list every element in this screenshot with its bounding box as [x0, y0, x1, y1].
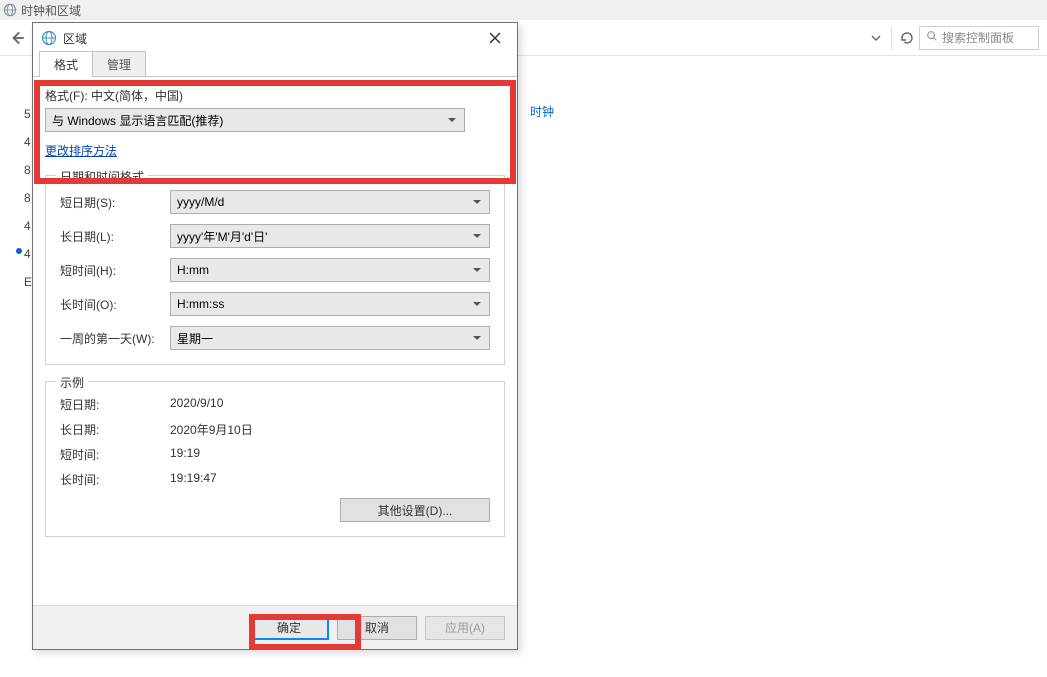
ex-long-date-value: 2020年9月10日 [170, 421, 253, 438]
format-select-value: 与 Windows 显示语言匹配(推荐) [52, 112, 223, 129]
background-link[interactable]: 时钟 [530, 103, 554, 120]
close-button[interactable] [475, 25, 515, 51]
ok-button[interactable]: 确定 [249, 616, 329, 640]
short-date-select[interactable]: yyyy/M/d [170, 190, 490, 214]
dialog-footer: 确定 取消 应用(A) [33, 605, 517, 649]
long-date-select[interactable]: yyyy'年'M'月'd'日' [170, 224, 490, 248]
change-sort-link[interactable]: 更改排序方法 [45, 142, 117, 159]
short-date-label: 短日期(S): [60, 194, 170, 211]
back-button[interactable] [4, 25, 30, 51]
tab-manage[interactable]: 管理 [92, 51, 146, 77]
ex-long-date-label: 长日期: [60, 421, 170, 438]
examples-legend: 示例 [56, 374, 88, 391]
long-date-label: 长日期(L): [60, 228, 170, 245]
format-select[interactable]: 与 Windows 显示语言匹配(推荐) [45, 108, 465, 132]
search-input[interactable]: 搜索控制面板 [919, 26, 1039, 50]
dialog-title: 区域 [63, 30, 475, 47]
address-dropdown[interactable] [865, 27, 887, 49]
first-day-select[interactable]: 星期一 [170, 326, 490, 350]
long-time-select[interactable]: H:mm:ss [170, 292, 490, 316]
date-time-format-legend: 日期和时间格式 [56, 168, 148, 185]
format-label: 格式(F): 中文(简体，中国) [45, 87, 505, 104]
dialog-titlebar: 区域 [33, 23, 517, 53]
region-dialog: 区域 格式 管理 格式(F): 中文(简体，中国) 与 Windows 显示语言… [32, 22, 518, 650]
ex-short-date-value: 2020/9/10 [170, 396, 223, 413]
globe-icon [41, 30, 57, 46]
globe-icon [3, 3, 17, 17]
apply-button: 应用(A) [425, 616, 505, 640]
tab-format[interactable]: 格式 [39, 51, 93, 77]
cancel-button[interactable]: 取消 [337, 616, 417, 640]
ex-short-time-label: 短时间: [60, 446, 170, 463]
examples-group: 示例 短日期:2020/9/10 长日期:2020年9月10日 短时间:19:1… [45, 381, 505, 537]
side-truncated-text: 5 4 8 8 4 4 E [24, 100, 32, 296]
long-time-label: 长时间(O): [60, 296, 170, 313]
ex-long-time-label: 长时间: [60, 471, 170, 488]
short-time-label: 短时间(H): [60, 262, 170, 279]
ex-short-time-value: 19:19 [170, 446, 200, 463]
panel-title: 时钟和区域 [21, 2, 81, 19]
date-time-format-group: 日期和时间格式 短日期(S): yyyy/M/d 长日期(L): yyyy'年'… [45, 175, 505, 365]
panel-header: 时钟和区域 [0, 0, 1047, 20]
side-bullet [16, 248, 22, 254]
search-icon [926, 30, 938, 45]
short-time-select[interactable]: H:mm [170, 258, 490, 282]
first-day-label: 一周的第一天(W): [60, 330, 170, 347]
tab-panel-format: 格式(F): 中文(简体，中国) 与 Windows 显示语言匹配(推荐) 更改… [33, 76, 517, 605]
tabs: 格式 管理 [33, 53, 517, 77]
other-settings-button[interactable]: 其他设置(D)... [340, 498, 490, 522]
ex-long-time-value: 19:19:47 [170, 471, 217, 488]
search-placeholder: 搜索控制面板 [942, 29, 1014, 46]
refresh-button[interactable] [891, 26, 915, 50]
ex-short-date-label: 短日期: [60, 396, 170, 413]
